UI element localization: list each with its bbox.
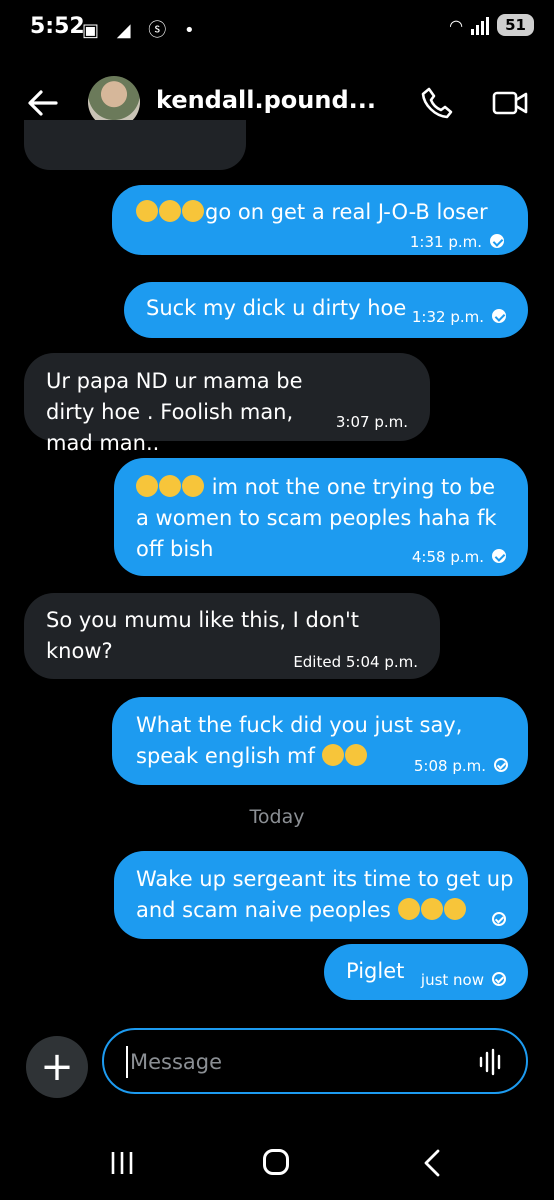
message-time: 4:58 p.m. (411, 548, 484, 566)
signal-icon (471, 15, 490, 35)
message-time: 1:32 p.m. (411, 308, 484, 326)
message-bubble-sent[interactable]: Suck my dick u dirty hoe 1:32 p.m. (124, 282, 528, 338)
message-box[interactable] (102, 1028, 528, 1094)
message-bubble-received[interactable]: So you mumu like this, I don't know? Edi… (24, 593, 440, 679)
sent-check-icon (492, 971, 506, 986)
message-time: 3:07 p.m. (335, 413, 408, 431)
message-bubble-sent[interactable]: What the fuck did you just say, speak en… (112, 697, 528, 785)
laughing-emoji-icon (182, 475, 204, 497)
add-media-button[interactable]: + (26, 1036, 88, 1098)
laughing-emoji-icon (136, 475, 158, 497)
message-time: Edited 5:04 p.m. (293, 653, 418, 671)
rofl-emoji-icon (344, 744, 367, 766)
home-icon[interactable] (263, 1149, 289, 1175)
back-arrow-icon[interactable] (26, 88, 60, 118)
message-bubble-received-partial (24, 120, 246, 170)
message-bubble-sent[interactable]: im not the one trying to be a women to s… (114, 458, 528, 576)
read-check-icon (490, 233, 504, 248)
contact-name[interactable]: kendall.pound... (156, 86, 376, 114)
read-check-icon (492, 548, 506, 563)
message-bubble-received[interactable]: Ur papa ND ur mama be dirty hoe . Foolis… (24, 353, 430, 455)
message-bubble-sent[interactable]: Wake up sergeant its time to get up and … (114, 851, 528, 939)
battery-level: 51 (505, 16, 526, 34)
voice-wave-icon[interactable] (478, 1048, 504, 1076)
laughing-emoji-icon (136, 200, 158, 222)
laughing-emoji-icon (159, 475, 181, 497)
message-bubble-sent[interactable]: Piglet just now (324, 944, 528, 1000)
message-time: 1:31 p.m. (409, 233, 482, 251)
laughing-emoji-icon (443, 898, 466, 920)
phone-icon[interactable] (420, 86, 454, 120)
status-time: 5:52 (30, 14, 85, 39)
battery-icon: 51 (497, 14, 534, 36)
message-time: just now (420, 971, 484, 989)
plus-icon: + (40, 1044, 74, 1090)
message-bubble-sent[interactable]: go on get a real J-O-B loser 1:31 p.m. (112, 185, 528, 255)
video-camera-icon[interactable] (492, 88, 528, 118)
message-input[interactable] (126, 1046, 452, 1078)
sent-check-icon (492, 911, 506, 926)
laughing-emoji-icon (420, 898, 443, 920)
message-time: 5:08 p.m. (413, 757, 486, 775)
laughing-emoji-icon (159, 200, 181, 222)
laughing-emoji-icon (397, 898, 420, 920)
nav-back-icon[interactable] (422, 1148, 442, 1178)
read-check-icon (492, 308, 506, 323)
date-divider: Today (249, 806, 305, 828)
message-text: Suck my dick u dirty hoe (146, 296, 407, 320)
status-bar: 5:52 ▣ ◢ ⓢ • ◠ 51 (0, 0, 554, 60)
message-text: go on get a real J-O-B loser (205, 200, 488, 224)
sent-check-icon (494, 757, 508, 772)
laughing-emoji-icon (182, 200, 204, 222)
rofl-emoji-icon (321, 744, 344, 766)
notification-icons: ▣ ◢ ⓢ • (82, 20, 201, 41)
compose-bar: + (0, 1026, 554, 1102)
system-navigation-bar (0, 1130, 554, 1200)
message-text: Ur papa ND ur mama be dirty hoe . Foolis… (46, 369, 303, 455)
message-text: Piglet (346, 959, 405, 983)
wifi-icon: ◠ (449, 15, 464, 35)
status-right: ◠ 51 (449, 14, 534, 36)
recents-icon[interactable] (108, 1150, 136, 1176)
